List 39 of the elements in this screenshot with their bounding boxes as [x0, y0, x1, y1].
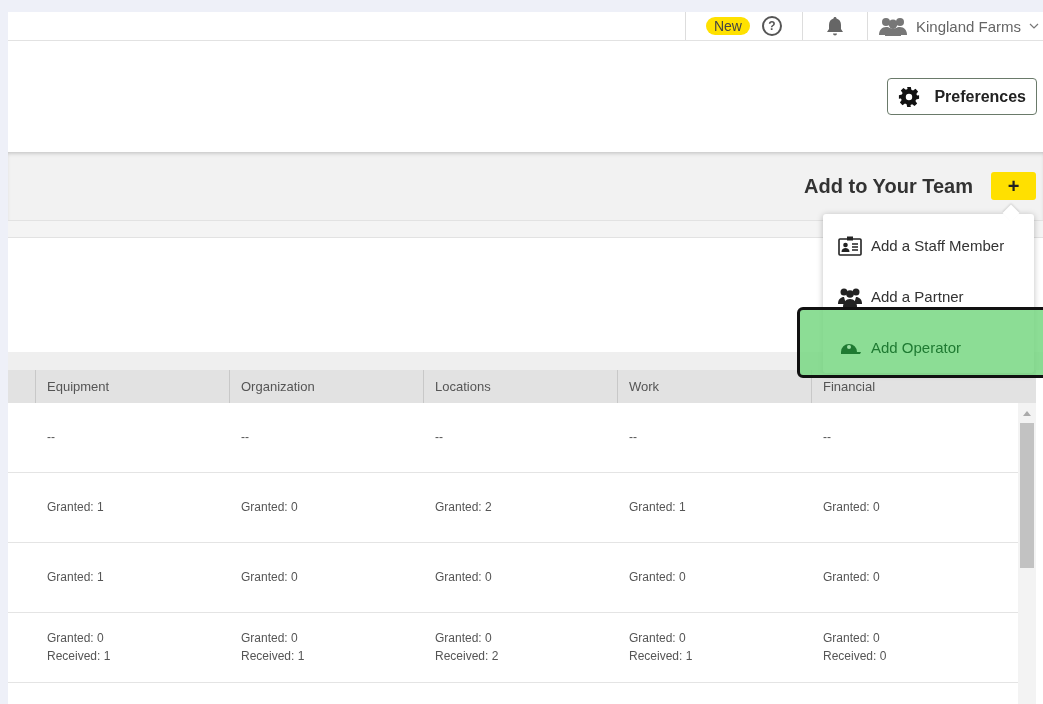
- scrollbar-thumb[interactable]: [1020, 423, 1034, 568]
- column-header[interactable]: Equipment: [35, 370, 229, 403]
- table-cell-text: Granted: 2: [434, 498, 493, 516]
- table-cell-text: --: [628, 428, 638, 446]
- table-cell-text: Granted: 0: [628, 568, 687, 586]
- id-card-icon: [838, 235, 862, 256]
- bell-icon[interactable]: [824, 16, 845, 36]
- table-cell-text: Granted: 1: [628, 498, 687, 516]
- section-title: Add to Your Team: [804, 174, 973, 198]
- table-cell-text: Granted: 0 Received: 1: [628, 630, 694, 665]
- new-badge[interactable]: New: [705, 17, 750, 35]
- account-menu[interactable]: Kingland Farms: [866, 12, 1043, 40]
- preferences-button[interactable]: Preferences: [887, 78, 1037, 115]
- table-cell-text: Granted: 0: [822, 568, 881, 586]
- menu-item[interactable]: Add a Staff Member: [823, 220, 1034, 271]
- people-icon: [877, 16, 908, 36]
- table-cell-text: Granted: 0 Received: 1: [240, 630, 306, 665]
- table-cell-text: --: [822, 428, 832, 446]
- column-header[interactable]: Locations: [423, 370, 617, 403]
- table-cell-text: Granted: 0: [240, 568, 299, 586]
- table-cell-text: Granted: 1: [46, 568, 105, 586]
- table-cell-text: --: [46, 428, 56, 446]
- help-icon[interactable]: ?: [761, 16, 782, 36]
- gear-icon: [898, 85, 921, 108]
- table-cell-text: Granted: 0 Received: 0: [822, 630, 888, 665]
- table-cell-text: --: [240, 428, 250, 446]
- table-cell-text: --: [434, 428, 444, 446]
- table-cell-text: Granted: 0: [822, 498, 881, 516]
- chevron-down-icon: [1029, 22, 1039, 30]
- scrollbar[interactable]: [1018, 403, 1036, 704]
- table-cell-text: Granted: 0 Received: 1: [46, 630, 112, 665]
- table-cell-text: Granted: 0 Received: 2: [434, 630, 500, 665]
- table-cell-text: Granted: 0: [240, 498, 299, 516]
- table-cell-text: Granted: 1: [46, 498, 105, 516]
- table-cell-text: Granted: 0: [434, 568, 493, 586]
- people-icon: [838, 286, 862, 307]
- scroll-up-icon[interactable]: [1023, 411, 1031, 416]
- column-header[interactable]: Organization: [229, 370, 423, 403]
- add-button[interactable]: +: [991, 172, 1036, 200]
